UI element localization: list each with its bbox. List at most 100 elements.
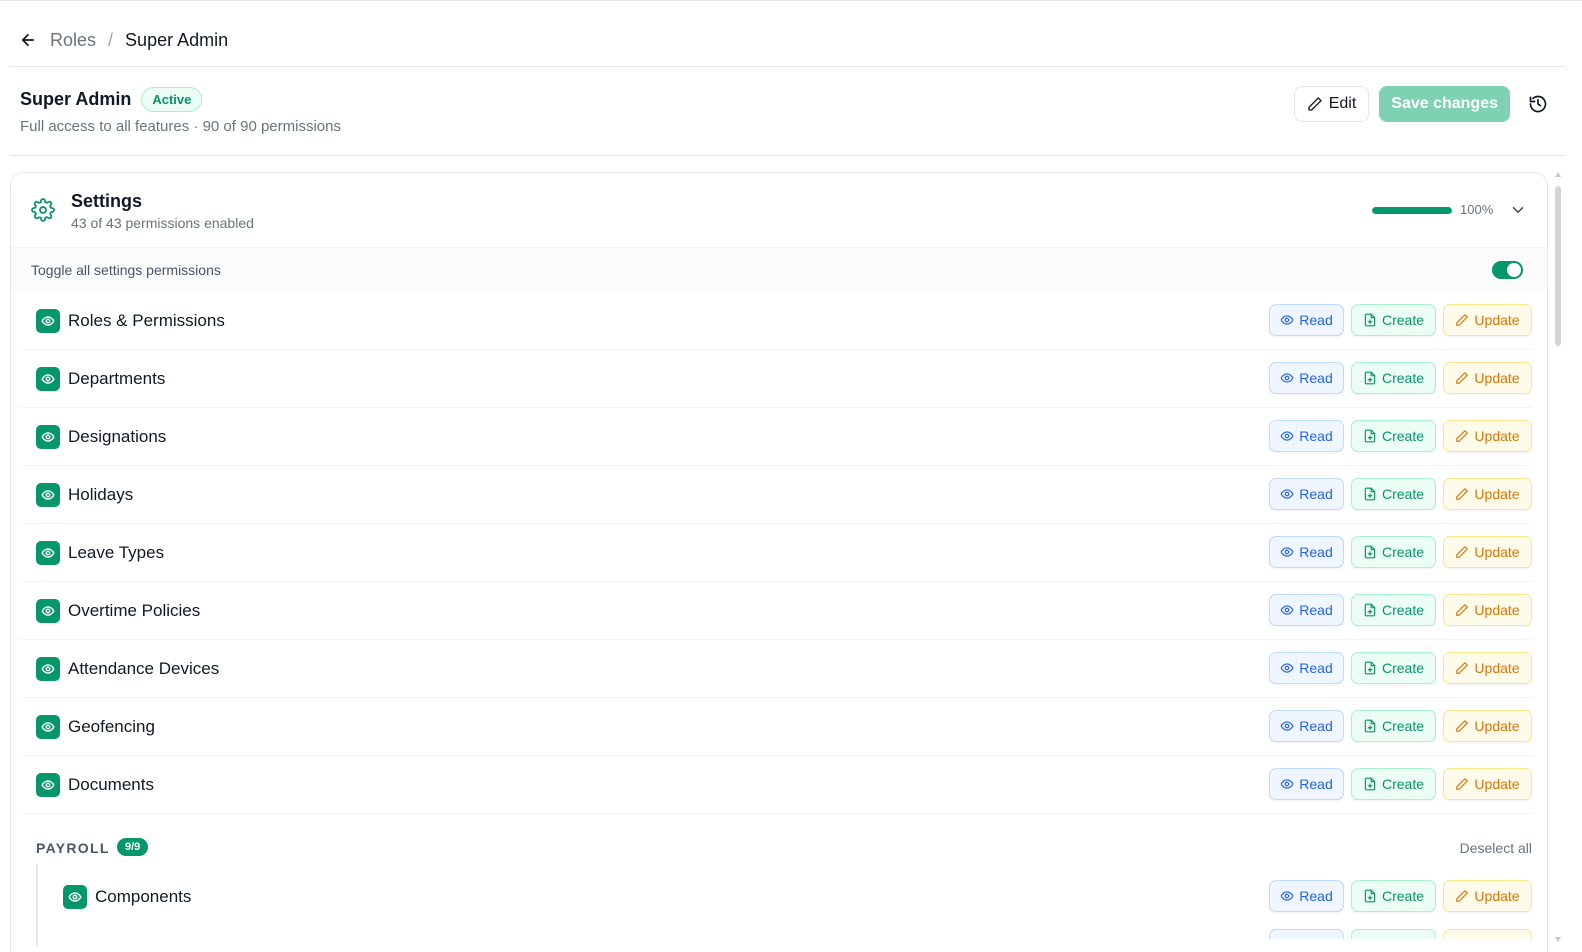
scrollbar-thumb[interactable] — [1555, 186, 1561, 346]
update-button[interactable]: Update — [1443, 652, 1532, 684]
update-button-label: Update — [1474, 544, 1520, 560]
update-button-partial[interactable] — [1443, 929, 1532, 939]
update-button[interactable]: Update — [1443, 304, 1532, 336]
update-button[interactable]: Update — [1443, 880, 1532, 912]
update-button[interactable]: Update — [1443, 768, 1532, 800]
read-button[interactable]: Read — [1269, 710, 1344, 742]
read-button[interactable]: Read — [1269, 768, 1344, 800]
toggle-all-switch[interactable] — [1492, 261, 1523, 279]
update-button-label: Update — [1474, 486, 1520, 502]
update-button-label: Update — [1474, 660, 1520, 676]
eye-check-icon — [41, 432, 55, 442]
permission-checkbox[interactable] — [36, 541, 60, 565]
read-button-label: Read — [1299, 602, 1333, 618]
create-button[interactable]: Create — [1351, 536, 1436, 568]
permission-label: Departments — [68, 369, 166, 388]
breadcrumb-roles-link[interactable]: Roles — [50, 30, 96, 51]
update-button-label: Update — [1474, 370, 1520, 386]
permission-checkbox[interactable] — [36, 483, 60, 507]
read-button[interactable]: Read — [1269, 362, 1344, 394]
permission-checkbox[interactable] — [36, 367, 60, 391]
permission-actions: Read Create Update — [1269, 880, 1532, 912]
permission-actions: Read Create Update — [1269, 652, 1532, 684]
create-button[interactable]: Create — [1351, 652, 1436, 684]
create-button[interactable]: Create — [1351, 880, 1436, 912]
permission-list: Roles & Permissions Read Create Update D… — [11, 292, 1547, 814]
scrollbar[interactable] — [1553, 172, 1563, 942]
read-button[interactable]: Read — [1269, 594, 1344, 626]
update-button[interactable]: Update — [1443, 478, 1532, 510]
read-button-partial[interactable] — [1269, 929, 1344, 939]
create-button[interactable]: Create — [1351, 768, 1436, 800]
deselect-all-button[interactable]: Deselect all — [1460, 840, 1532, 856]
file-plus-icon — [1364, 889, 1376, 903]
update-button[interactable]: Update — [1443, 420, 1532, 452]
create-button-label: Create — [1381, 428, 1425, 444]
eye-check-icon — [41, 722, 55, 732]
read-button-label: Read — [1299, 544, 1333, 560]
permission-row: Holidays Read Create Update — [21, 466, 1532, 524]
pencil-icon — [1456, 720, 1469, 732]
permission-checkbox[interactable] — [36, 599, 60, 623]
pencil-icon — [1456, 314, 1469, 326]
create-button[interactable]: Create — [1351, 478, 1436, 510]
create-button[interactable]: Create — [1351, 594, 1436, 626]
permission-actions: Read Create Update — [1269, 420, 1532, 452]
permission-actions: Read Create Update — [1269, 536, 1532, 568]
update-button[interactable]: Update — [1443, 594, 1532, 626]
read-button[interactable]: Read — [1269, 536, 1344, 568]
create-button[interactable]: Create — [1351, 304, 1436, 336]
toggle-knob — [1507, 263, 1521, 277]
permission-checkbox[interactable] — [63, 885, 87, 909]
eye-icon — [1280, 663, 1294, 673]
read-button-label: Read — [1299, 486, 1333, 502]
section-header[interactable]: Settings 43 of 43 permissions enabled 10… — [11, 173, 1547, 248]
chevron-down-icon[interactable] — [1509, 201, 1527, 219]
scroll-down-arrow[interactable] — [1555, 937, 1561, 942]
read-button[interactable]: Read — [1269, 304, 1344, 336]
read-button[interactable]: Read — [1269, 478, 1344, 510]
role-divider — [10, 155, 1565, 156]
create-button[interactable]: Create — [1351, 362, 1436, 394]
create-button-label: Create — [1381, 312, 1425, 328]
edit-button-label: Edit — [1328, 95, 1357, 112]
eye-icon — [1280, 431, 1294, 441]
create-button-label: Create — [1381, 370, 1425, 386]
update-button[interactable]: Update — [1443, 710, 1532, 742]
read-button[interactable]: Read — [1269, 880, 1344, 912]
read-button[interactable]: Read — [1269, 652, 1344, 684]
file-plus-icon — [1364, 371, 1376, 385]
update-button[interactable]: Update — [1443, 536, 1532, 568]
permission-checkbox[interactable] — [36, 309, 60, 333]
read-button[interactable]: Read — [1269, 420, 1344, 452]
permission-row: Documents Read Create Update — [21, 756, 1532, 814]
read-button-label: Read — [1299, 370, 1333, 386]
history-button[interactable] — [1520, 86, 1556, 122]
back-button[interactable] — [18, 30, 38, 50]
save-changes-button[interactable]: Save changes — [1379, 86, 1510, 122]
update-button-label: Update — [1474, 718, 1520, 734]
update-button[interactable]: Update — [1443, 362, 1532, 394]
create-button-label: Create — [1381, 544, 1425, 560]
permission-checkbox[interactable] — [36, 657, 60, 681]
section-title: Settings — [71, 191, 143, 211]
permission-label: Geofencing — [68, 717, 155, 736]
create-button[interactable]: Create — [1351, 420, 1436, 452]
permission-checkbox[interactable] — [36, 715, 60, 739]
pencil-icon — [1456, 430, 1469, 442]
create-button-partial[interactable] — [1351, 929, 1436, 939]
edit-button[interactable]: Edit — [1293, 86, 1370, 122]
file-plus-icon — [1364, 313, 1376, 327]
breadcrumb: Roles / Super Admin — [18, 26, 228, 54]
permission-checkbox[interactable] — [36, 773, 60, 797]
permission-label: Holidays — [68, 485, 134, 504]
permission-checkbox[interactable] — [36, 425, 60, 449]
permission-actions: Read Create Update — [1269, 594, 1532, 626]
eye-check-icon — [41, 606, 55, 616]
role-description: Full access to all features · 90 of 90 p… — [20, 118, 341, 135]
pencil-icon — [1456, 546, 1469, 558]
permission-label: Leave Types — [68, 543, 165, 562]
create-button[interactable]: Create — [1351, 710, 1436, 742]
scroll-up-arrow[interactable] — [1555, 172, 1561, 177]
pencil-icon — [1456, 778, 1469, 790]
